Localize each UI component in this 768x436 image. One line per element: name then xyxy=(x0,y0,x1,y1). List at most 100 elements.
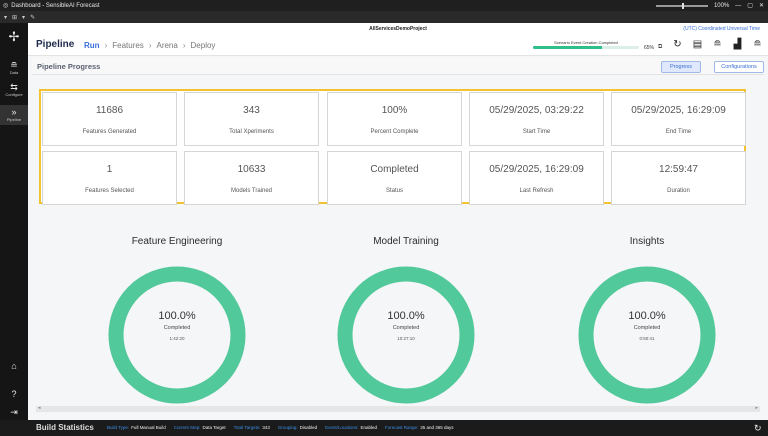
timezone-link[interactable]: (UTC) Coordinated Universal Time xyxy=(683,26,760,32)
logo-icon: ✢ xyxy=(8,29,20,44)
app-toolbar: ▾ ⊞ ▾ ✎ xyxy=(0,11,768,23)
logout-icon: ⇥ xyxy=(10,407,18,417)
header-actions: ↻ ▤ ≘ ▟ ≘ ≡ xyxy=(671,38,768,51)
ring-duration: 1:42:20 xyxy=(169,336,185,341)
job-progress-fill xyxy=(533,46,602,49)
maximize-icon[interactable]: ▢ xyxy=(747,2,753,9)
sidebar-item-label: Configure xyxy=(5,92,23,97)
pencil-icon[interactable]: ✎ xyxy=(30,14,35,21)
sidebar-item-pipeline[interactable]: » Pipeline xyxy=(0,105,28,125)
footer-title: Build Statistics xyxy=(36,423,94,432)
close-icon[interactable]: ✕ xyxy=(759,2,764,9)
help-icon: ? xyxy=(11,389,17,399)
dropdown-icon[interactable]: ▾ xyxy=(4,14,7,21)
stat-card: 05/29/2025, 03:29:22 Start Time xyxy=(469,92,604,146)
section-title: Pipeline Progress xyxy=(37,62,101,71)
chart-settings-icon[interactable]: ▟ xyxy=(731,38,744,51)
build-statistics-bar: Build Statistics Build Type: Full Manual … xyxy=(0,420,768,436)
ring-arc xyxy=(578,266,716,404)
minimize-icon[interactable]: — xyxy=(735,3,741,9)
stat-label: Total Xperiments xyxy=(229,129,274,135)
crumb-features[interactable]: Features xyxy=(112,41,144,50)
data-config-icon[interactable]: ≘ xyxy=(751,38,764,51)
stat-value: 100% xyxy=(381,105,408,116)
horizontal-scrollbar[interactable]: ◂ ▸ xyxy=(36,405,760,412)
database-settings-icon[interactable]: ≘ xyxy=(711,38,724,51)
breadcrumb: Run › Features › Arena › Deploy xyxy=(84,41,215,50)
pipeline-progress-bar: Pipeline Progress Progress Configuration… xyxy=(32,58,764,75)
job-progress-label: Scenario Event Creation Completed xyxy=(554,40,618,45)
stats-panel: 11686 Features Generated 343 Total Xperi… xyxy=(39,89,746,205)
stat-label: Start Time xyxy=(522,129,551,135)
footer-item: Current Step: Data Target xyxy=(173,425,226,430)
stat-value: 05/29/2025, 16:29:09 xyxy=(489,164,584,175)
stat-label: Features Generated xyxy=(82,129,137,135)
scroll-right-icon[interactable]: ▸ xyxy=(755,405,758,411)
window-titlebar: ◎ Dashboard - SensibleAI Forecast 100% —… xyxy=(0,0,768,11)
chevron-right-icon: › xyxy=(104,41,108,50)
ring-status: Completed xyxy=(163,325,191,331)
job-progress-percent: 65% xyxy=(644,45,655,51)
sidebar-help[interactable]: ? xyxy=(0,389,28,399)
chevron-right-icon: › xyxy=(182,41,186,50)
stat-value: Completed xyxy=(370,164,419,175)
stat-label: Percent Complete xyxy=(370,129,419,135)
home-icon: ⌂ xyxy=(11,361,17,371)
stat-card: 1 Features Selected xyxy=(42,151,177,205)
stat-card: 05/29/2025, 16:29:09 Last Refresh xyxy=(469,151,604,205)
page-header: AllServicesDemoProject (UTC) Coordinated… xyxy=(28,23,768,56)
footer-item: Grouping: Disabled xyxy=(277,425,318,430)
footer-item: Build Type: Full Manual Build xyxy=(107,425,166,430)
ring-title: Insights xyxy=(629,236,665,247)
zoom-level: 100% xyxy=(713,2,730,9)
stat-label: Features Selected xyxy=(85,188,134,194)
ring-duration: 0:50:41 xyxy=(639,336,655,341)
stat-value: 10633 xyxy=(237,164,266,175)
chevrons-icon: » xyxy=(11,107,17,117)
stat-card: 05/29/2025, 16:29:09 End Time xyxy=(611,92,746,146)
stat-card: Completed Status xyxy=(327,151,462,205)
stat-card: 12:59:47 Duration xyxy=(611,151,746,205)
stat-value: 05/29/2025, 16:29:09 xyxy=(631,105,726,116)
refresh-icon[interactable]: ↻ xyxy=(671,38,684,51)
ring-title: Model Training xyxy=(373,236,439,247)
menu-icon[interactable]: ▾ xyxy=(22,14,25,21)
zoom-slider[interactable] xyxy=(655,2,708,9)
crumb-arena[interactable]: Arena xyxy=(156,41,177,50)
grid-icon[interactable]: ⊞ xyxy=(12,14,17,21)
sidebar-logo[interactable]: ✢ xyxy=(0,30,28,44)
document-icon[interactable]: ▤ xyxy=(691,38,704,51)
sliders-icon: ⇆ xyxy=(10,82,18,92)
stat-label: Models Trained xyxy=(230,188,273,194)
project-name: AllServicesDemoProject xyxy=(369,26,427,32)
sidebar-item-label: Data xyxy=(9,70,19,75)
crumb-run[interactable]: Run xyxy=(84,41,100,50)
sidebar-item-configure[interactable]: ⇆ Configure xyxy=(0,82,28,97)
stat-value: 05/29/2025, 03:29:22 xyxy=(489,105,584,116)
footer-item: Total Targets: 343 xyxy=(233,425,270,430)
refresh-icon[interactable]: ↻ xyxy=(754,423,762,434)
stat-value: 11686 xyxy=(95,105,124,116)
ring-arc xyxy=(108,266,246,404)
footer-items: Build Type: Full Manual Build Current Ste… xyxy=(107,425,454,430)
page-title: Pipeline xyxy=(36,39,75,50)
sidebar: ✢ ≘ Data ⇆ Configure » Pipeline ⌂ ? ⇥ xyxy=(0,23,28,420)
sidebar-home[interactable]: ⌂ xyxy=(0,361,28,371)
stat-label: Duration xyxy=(667,188,690,194)
footer-item: Forecast Range: 35 and 365 days xyxy=(384,425,454,430)
progress-button[interactable]: Progress xyxy=(661,61,701,73)
ring-title: Feature Engineering xyxy=(131,236,223,247)
crumb-deploy[interactable]: Deploy xyxy=(191,41,216,50)
sidebar-logout[interactable]: ⇥ xyxy=(0,407,28,417)
external-link-icon[interactable]: ⧉ xyxy=(658,44,662,51)
ring-duration: 10:27:10 xyxy=(397,336,415,341)
stat-value: 1 xyxy=(106,164,113,175)
window-title: Dashboard - SensibleAI Forecast xyxy=(11,2,100,9)
configurations-button[interactable]: Configurations xyxy=(714,61,764,73)
stat-value: 12:59:47 xyxy=(659,164,698,175)
sidebar-item-data[interactable]: ≘ Data xyxy=(0,60,28,75)
stat-card: 343 Total Xperiments xyxy=(184,92,319,146)
database-icon: ≘ xyxy=(10,60,18,70)
scroll-left-icon[interactable]: ◂ xyxy=(38,405,41,411)
ring-percent: 100.0% xyxy=(158,310,196,322)
